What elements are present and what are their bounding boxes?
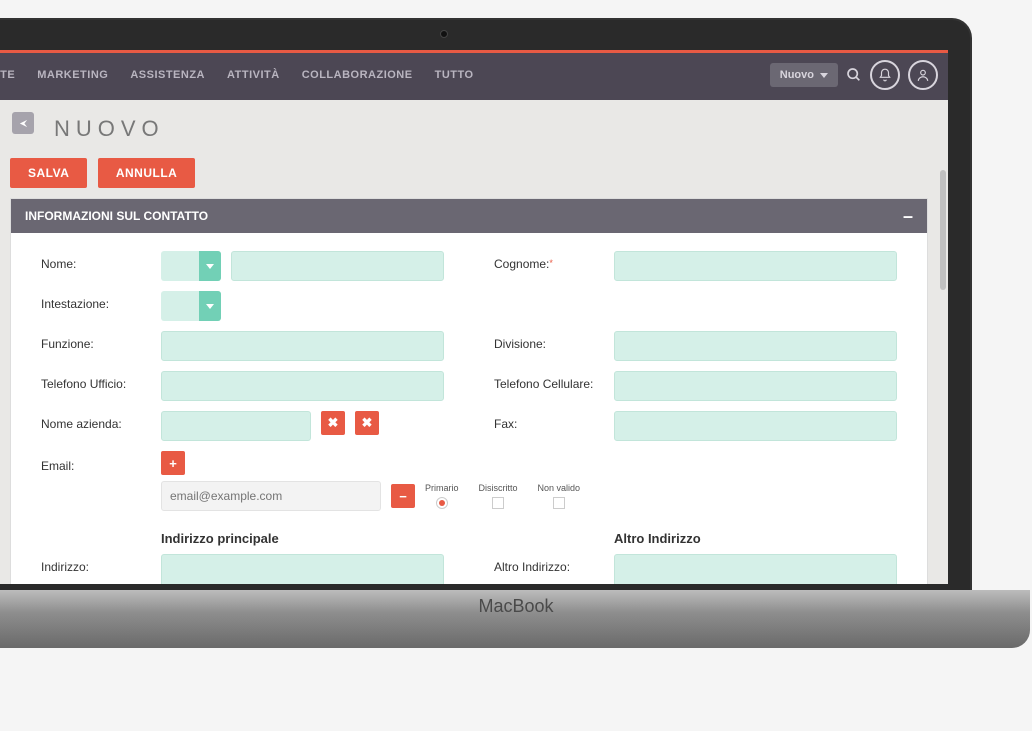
macbook-label: MacBook <box>0 596 1032 617</box>
nome-input[interactable] <box>231 251 444 281</box>
search-icon[interactable] <box>846 67 862 83</box>
cognome-input[interactable] <box>614 251 897 281</box>
label-tel-cell: Telefono Cellulare: <box>494 371 604 391</box>
label-intestazione: Intestazione: <box>41 291 151 311</box>
funzione-input[interactable] <box>161 331 444 361</box>
divisione-input[interactable] <box>614 331 897 361</box>
salutation-input[interactable] <box>161 251 199 281</box>
label-indirizzo: Indirizzo: <box>41 554 151 574</box>
content-area: NUOVO SALVA ANNULLA INFORMAZIONI SUL CON… <box>0 100 948 584</box>
label-nome: Nome: <box>41 251 151 271</box>
label-nonvalido: Non valido <box>538 483 581 493</box>
nuovo-dropdown[interactable]: Nuovo <box>770 63 838 87</box>
save-button[interactable]: SALVA <box>10 158 87 188</box>
nav-links: TATTI VENDITE MARKETING ASSISTENZA ATTIV… <box>0 69 474 81</box>
page-title: NUOVO <box>54 116 928 142</box>
label-fax: Fax: <box>494 411 604 431</box>
label-tel-ufficio: Telefono Ufficio: <box>41 371 151 391</box>
caret-down-icon <box>820 73 828 78</box>
altro-indirizzo-heading: Altro Indirizzo <box>614 531 897 546</box>
azienda-input[interactable] <box>161 411 311 441</box>
label-cognome: Cognome:* <box>494 251 604 271</box>
nav-item-marketing[interactable]: MARKETING <box>37 69 108 81</box>
intestazione-input[interactable] <box>161 291 199 321</box>
label-funzione: Funzione: <box>41 331 151 351</box>
add-email-button[interactable]: + <box>161 451 185 475</box>
label-divisione: Divisione: <box>494 331 604 351</box>
main: tatto tto da vCard Contatti ntatti chi o… <box>0 100 948 584</box>
tel-cellulare-input[interactable] <box>614 371 897 401</box>
remove-email-button[interactable]: − <box>391 484 415 508</box>
required-star-icon: * <box>549 258 553 268</box>
nav-item-vendite[interactable]: VENDITE <box>0 69 15 81</box>
camera <box>440 30 448 38</box>
label-altro-indirizzo: Altro Indirizzo: <box>494 554 604 574</box>
share-button[interactable] <box>12 112 34 134</box>
salutation-select[interactable] <box>161 251 221 281</box>
tel-ufficio-input[interactable] <box>161 371 444 401</box>
indirizzo-input[interactable] <box>161 554 444 584</box>
contact-info-panel: INFORMAZIONI SUL CONTATTO – Nome: <box>10 198 928 584</box>
nonvalido-checkbox[interactable] <box>553 497 565 509</box>
label-email: Email: <box>41 453 151 473</box>
notifications-icon[interactable] <box>870 60 900 90</box>
nuovo-label: Nuovo <box>780 69 814 81</box>
top-nav: TATTI VENDITE MARKETING ASSISTENZA ATTIV… <box>0 50 948 100</box>
label-azienda: Nome azienda: <box>41 411 151 431</box>
cancel-button[interactable]: ANNULLA <box>98 158 196 188</box>
nav-item-assistenza[interactable]: ASSISTENZA <box>130 69 205 81</box>
clear-azienda-button[interactable]: ✖ <box>321 411 345 435</box>
disiscritto-checkbox[interactable] <box>492 497 504 509</box>
user-icon[interactable] <box>908 60 938 90</box>
indirizzo-principale-heading: Indirizzo principale <box>161 531 444 546</box>
altro-indirizzo-input[interactable] <box>614 554 897 584</box>
email-input[interactable] <box>161 481 381 511</box>
accent-bar <box>0 50 948 53</box>
panel-title: INFORMAZIONI SUL CONTATTO <box>25 209 208 223</box>
vertical-scrollbar[interactable] <box>940 170 946 290</box>
nav-item-attivita[interactable]: ATTIVITÀ <box>227 69 280 81</box>
caret-down-icon[interactable] <box>199 291 221 321</box>
fax-input[interactable] <box>614 411 897 441</box>
nav-item-collaborazione[interactable]: COLLABORAZIONE <box>302 69 413 81</box>
caret-down-icon[interactable] <box>199 251 221 281</box>
remove-azienda-button[interactable]: ✖ <box>355 411 379 435</box>
intestazione-select[interactable] <box>161 291 221 321</box>
primario-radio[interactable] <box>436 497 448 509</box>
label-primario: Primario <box>425 483 459 493</box>
label-disiscritto: Disiscritto <box>479 483 518 493</box>
nav-item-tutto[interactable]: TUTTO <box>435 69 474 81</box>
panel-header: INFORMAZIONI SUL CONTATTO – <box>11 199 927 233</box>
